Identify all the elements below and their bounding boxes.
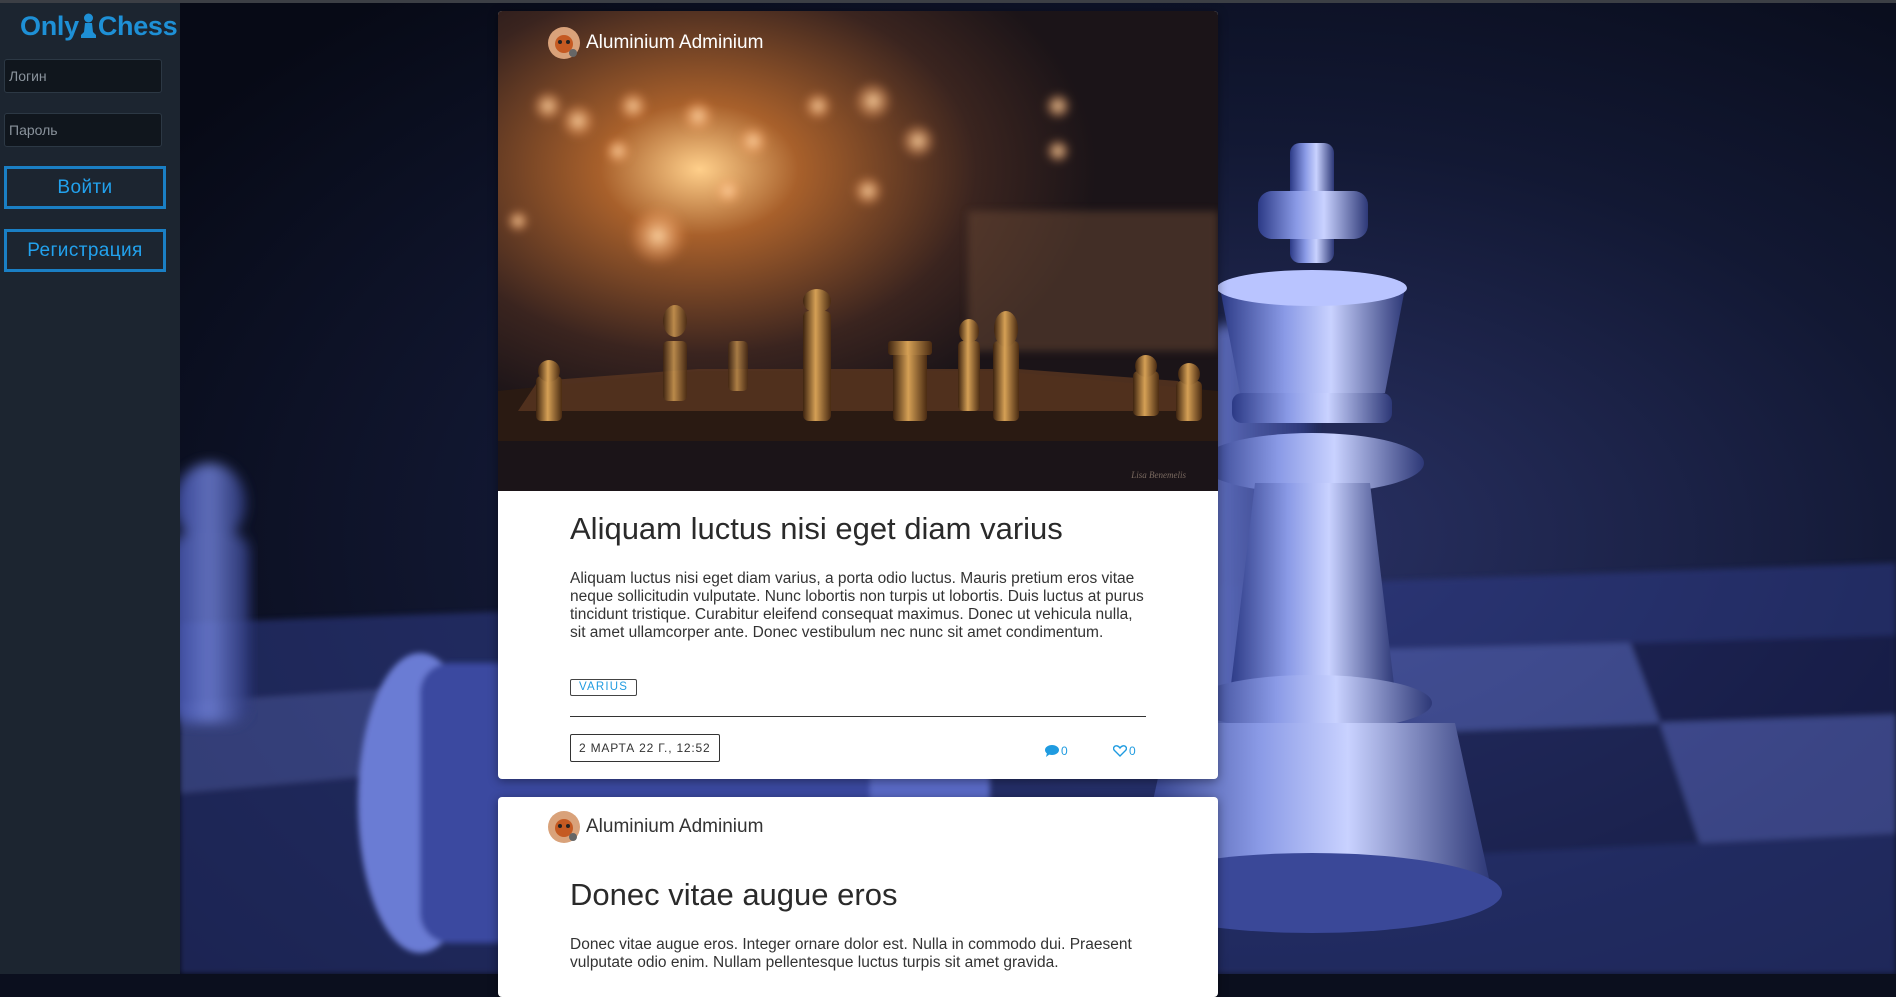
logo-text-only: Only — [20, 10, 79, 41]
post-card: Aluminium Adminium Donec vitae augue ero… — [498, 797, 1218, 997]
login-button[interactable]: Войти — [4, 166, 166, 209]
likes-count: 0 — [1129, 744, 1136, 758]
heart-icon — [1113, 745, 1127, 757]
password-input[interactable] — [4, 113, 162, 147]
comments-count: 0 — [1061, 744, 1068, 758]
author-name[interactable]: Aluminium Adminium — [586, 32, 763, 54]
post-author[interactable]: Aluminium Adminium — [548, 811, 763, 843]
sidebar: Only Chess Войти Регистрация — [0, 3, 180, 974]
logo[interactable]: Only Chess — [20, 9, 178, 43]
register-button[interactable]: Регистрация — [4, 229, 166, 272]
like-button[interactable]: 0 — [1113, 744, 1136, 758]
logo-text-chess: Chess — [97, 10, 178, 41]
post-text: Donec vitae augue eros. Integer ornare d… — [570, 936, 1132, 971]
avatar[interactable] — [548, 811, 580, 843]
post-title[interactable]: Aliquam luctus nisi eget diam varius — [570, 511, 1063, 547]
comment-icon — [1045, 745, 1059, 757]
post-author[interactable]: Aluminium Adminium — [548, 27, 763, 59]
comments-button[interactable]: 0 — [1045, 744, 1068, 758]
pawn-icon — [80, 13, 96, 38]
image-credit: Lisa Benemelis — [1130, 470, 1186, 480]
post-title[interactable]: Donec vitae augue eros — [570, 877, 897, 913]
post-image[interactable]: Lisa Benemelis — [498, 11, 1218, 491]
post-card: Lisa Benemelis Aluminium Adminium Aliqua… — [498, 11, 1218, 779]
author-name[interactable]: Aluminium Adminium — [586, 816, 763, 838]
post-text: Aliquam luctus nisi eget diam varius, a … — [570, 570, 1144, 641]
tag-badge[interactable]: VARIUS — [570, 679, 638, 696]
avatar[interactable] — [548, 27, 580, 59]
login-input[interactable] — [4, 59, 162, 93]
post-date: 2 МАРТА 22 Г., 12:52 — [570, 734, 720, 762]
divider — [570, 716, 1146, 717]
